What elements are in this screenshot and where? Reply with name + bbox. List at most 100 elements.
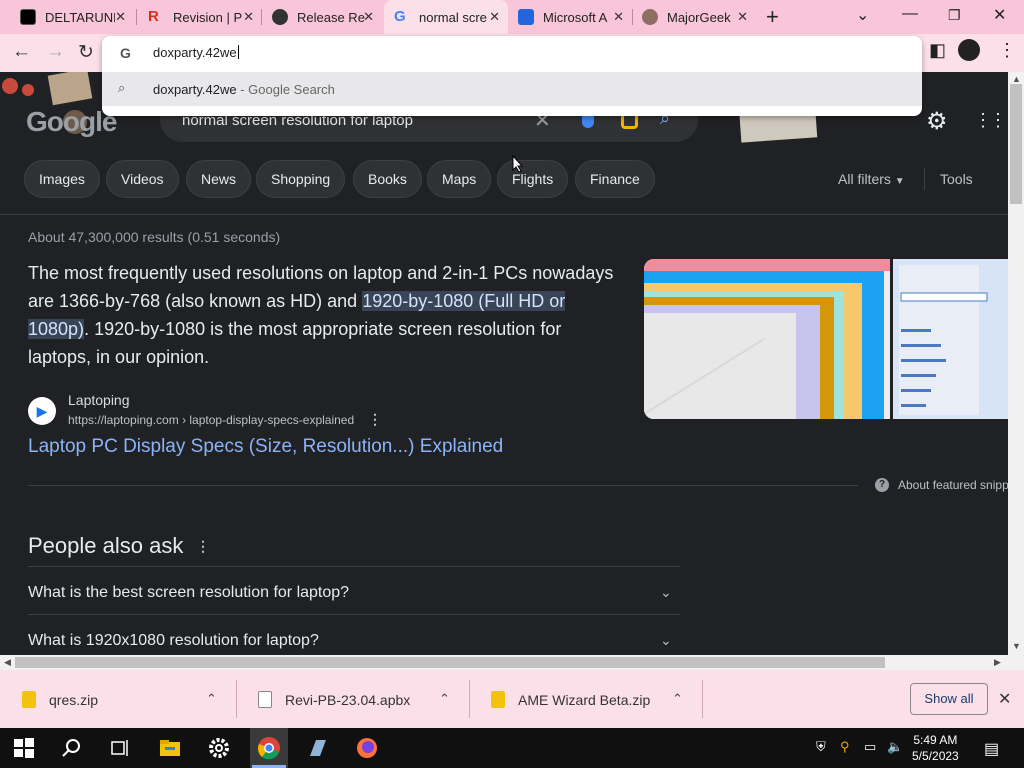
close-icon[interactable]: ✕ [489,9,500,25]
paa-question[interactable]: What is 1920x1080 resolution for laptop? [28,632,319,650]
tab-revision[interactable]: R Revision | P ✕ [138,0,262,34]
new-tab-plus-icon[interactable]: + [766,4,779,30]
task-view-icon[interactable] [108,736,132,760]
source-name[interactable]: Laptoping [68,392,130,408]
chevron-up-icon[interactable]: ⌃ [206,691,217,707]
restore-icon[interactable]: ❐ [948,7,961,24]
chip-flights[interactable]: Flights [497,160,569,198]
search-icon[interactable] [60,736,84,760]
horizontal-scroll-thumb[interactable] [15,657,885,668]
close-icon[interactable]: ✕ [613,9,624,25]
chip-books[interactable]: Books [353,160,422,198]
minimize-icon[interactable]: — [902,5,918,23]
tab-label: Revision | P [173,9,243,25]
close-icon[interactable]: ✕ [115,9,126,25]
tab-google-search[interactable]: G normal scre ✕ [384,0,508,34]
chip-maps[interactable]: Maps [427,160,492,198]
tools-button[interactable]: Tools [940,171,973,187]
tab-search-chevron-icon[interactable]: ⌄ [856,5,869,25]
tab-majorgeeks[interactable]: MajorGeek ✕ [632,0,756,34]
file-explorer-icon[interactable] [158,736,182,760]
download-item-qres[interactable]: qres.zip ⌃ [0,670,236,728]
tab-label: Microsoft A [543,9,608,25]
system-clock[interactable]: 5:49 AM 5/5/2023 [912,732,959,764]
chrome-menu-icon[interactable]: ⋮ [998,40,1016,61]
scroll-left-arrow-icon[interactable]: ◀ [4,657,11,668]
laptoping-favicon-icon[interactable]: ▶ [28,397,56,425]
all-filters-button[interactable]: All filters ▼ [838,171,905,187]
network-icon[interactable]: ▭ [864,739,876,755]
tab-microsoft[interactable]: Microsoft A ✕ [508,0,632,34]
close-icon[interactable]: ✕ [363,9,374,25]
tab-release[interactable]: Release Re ✕ [262,0,382,34]
close-window-icon[interactable]: ✕ [993,5,1006,25]
scroll-down-arrow-icon[interactable]: ▼ [1012,641,1021,651]
resolution-comparison-image[interactable] [644,259,890,419]
chip-shopping[interactable]: Shopping [256,160,346,198]
source-url[interactable]: https://laptoping.com › laptop-display-s… [68,413,354,427]
omnibox-suggestion[interactable]: ⌕ doxparty.42we - Google Search [102,72,922,106]
zip-file-icon [491,691,505,708]
result-title-link[interactable]: Laptop PC Display Specs (Size, Resolutio… [28,436,503,458]
chevron-up-icon[interactable]: ⌃ [439,691,450,707]
scroll-right-arrow-icon[interactable]: ▶ [994,657,1001,668]
close-icon[interactable]: ✕ [737,9,748,25]
vertical-scrollbar[interactable]: ▲ ▼ [1008,72,1024,655]
tab-label: MajorGeek [667,9,731,25]
people-also-ask-heading: People also ask [28,533,184,558]
chevron-down-icon[interactable]: ⌄ [660,632,672,649]
more-options-icon[interactable]: ⋮ [368,411,382,428]
show-all-button[interactable]: Show all [910,683,988,715]
horizontal-scrollbar[interactable]: ◀ ▶ [0,655,1024,670]
chevron-down-icon[interactable]: ⌄ [660,584,672,601]
notifications-icon[interactable]: ▤ [984,739,999,759]
chip-news[interactable]: News [186,160,252,198]
firefox-icon[interactable] [355,736,379,760]
paa-divider [28,566,680,567]
side-panel-icon[interactable]: ◧ [929,40,946,61]
tab-label: DELTARUNE [45,9,115,25]
mouse-cursor-icon [512,155,524,173]
forward-arrow-icon[interactable]: → [46,41,65,63]
chip-finance[interactable]: Finance [575,160,655,198]
windows-settings-image[interactable] [893,259,1008,419]
windows-taskbar: ⛨ ⚲ ▭ 🔈 5:49 AM 5/5/2023 ▤ [0,728,1024,768]
paa-question[interactable]: What is the best screen resolution for l… [28,584,349,602]
windows-start-icon[interactable] [12,736,36,760]
address-input[interactable]: doxparty.42we [153,45,239,60]
search-tray-icon[interactable]: ⚲ [840,739,850,755]
microsoft-favicon-icon [518,9,534,25]
vertical-scroll-thumb[interactable] [1010,84,1022,204]
app-icon[interactable] [306,736,330,760]
paa-more-options-icon[interactable]: ⋮ [196,538,210,555]
chip-images[interactable]: Images [24,160,100,198]
profile-avatar-icon[interactable] [958,39,980,61]
chevron-up-icon[interactable]: ⌃ [672,691,683,707]
clock-date: 5/5/2023 [912,749,959,763]
chrome-icon[interactable] [257,736,281,760]
close-icon[interactable]: ✕ [243,9,254,25]
settings-gear-icon[interactable] [207,736,231,760]
downloads-bar: qres.zip ⌃ Revi-PB-23.04.apbx ⌃ AME Wiza… [0,670,1024,728]
all-filters-label: All filters [838,171,891,187]
google-apps-icon[interactable]: ⋮⋮⋮ [974,110,1008,131]
close-downloads-icon[interactable]: ✕ [998,689,1011,709]
scroll-up-arrow-icon[interactable]: ▲ [1012,74,1021,84]
about-featured-snippets-link[interactable]: About featured snipp [898,478,1008,492]
volume-icon[interactable]: 🔈 [887,739,903,755]
reload-icon[interactable]: ↻ [78,41,94,64]
file-icon [258,691,272,708]
chip-videos[interactable]: Videos [106,160,179,198]
security-shield-icon[interactable]: ⛨ [816,739,826,755]
download-item-ame-wizard[interactable]: AME Wizard Beta.zip ⌃ [469,670,702,728]
tab-strip: DELTARUNE ✕ R Revision | P ✕ Release Re … [0,0,1024,34]
google-g-icon: G [120,45,131,61]
settings-gear-icon[interactable]: ⚙ [926,107,948,136]
back-arrow-icon[interactable]: ← [12,41,31,63]
snippet-post: . 1920-by-1080 is the most appropriate s… [28,319,562,367]
revision-favicon-icon: R [148,8,159,25]
tab-deltarune[interactable]: DELTARUNE ✕ [10,0,134,34]
help-icon[interactable]: ? [875,478,889,492]
result-stats: About 47,300,000 results (0.51 seconds) [28,229,281,245]
download-item-revi[interactable]: Revi-PB-23.04.apbx ⌃ [236,670,469,728]
